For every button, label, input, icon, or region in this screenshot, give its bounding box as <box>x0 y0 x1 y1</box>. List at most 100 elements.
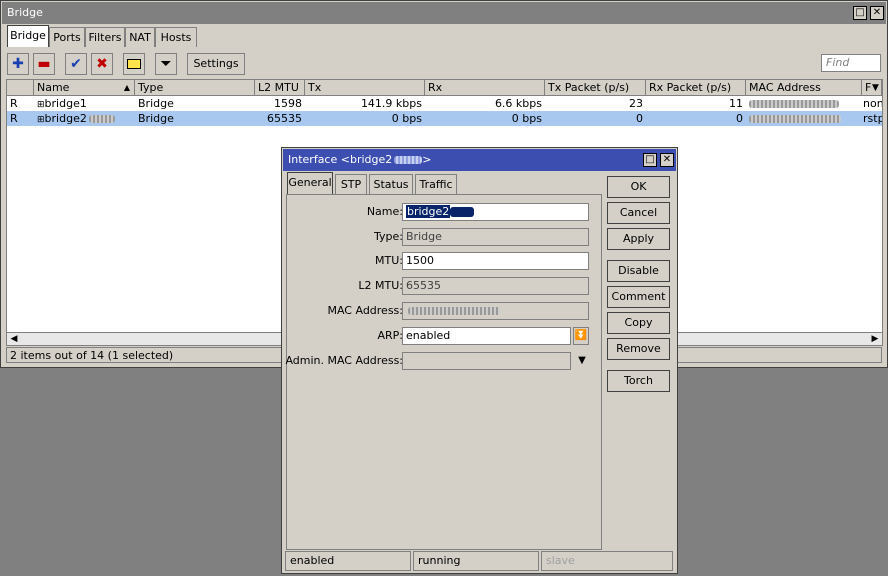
column-mac-address[interactable]: MAC Address <box>746 80 862 96</box>
copy-button[interactable]: Copy <box>607 312 670 334</box>
find-input[interactable]: Find <box>821 54 881 72</box>
cancel-button[interactable]: Cancel <box>607 202 670 224</box>
tab-general[interactable]: General <box>287 172 333 194</box>
arp-dropdown-icon[interactable]: ⏬ <box>573 327 589 345</box>
column-l2mtu[interactable]: L2 MTU <box>255 80 305 96</box>
tab-stp[interactable]: STP <box>335 174 367 194</box>
close-icon[interactable]: ✕ <box>870 6 884 20</box>
sort-asc-icon: ▲ <box>123 83 130 92</box>
column-name[interactable]: Name ▲ <box>34 80 135 96</box>
column-type[interactable]: Type <box>135 80 255 96</box>
comment-icon <box>127 59 141 69</box>
column-tx-packet[interactable]: Tx Packet (p/s) <box>545 80 646 96</box>
mtu-label: MTU: <box>375 254 403 267</box>
remove-button[interactable]: ▬ <box>33 53 55 75</box>
remove-button[interactable]: Remove <box>607 338 670 360</box>
apply-button[interactable]: Apply <box>607 228 670 250</box>
toolbar: ✚ ▬ ✔ ✖ ⏷ Settings Find <box>7 51 881 77</box>
name-label: Name: <box>366 205 403 218</box>
row-rx-packet: 0 <box>736 112 743 125</box>
comment-button[interactable]: Comment <box>607 286 670 308</box>
row-l2mtu: 65535 <box>267 112 302 125</box>
disable-button[interactable]: Disable <box>607 260 670 282</box>
add-button[interactable]: ✚ <box>7 53 29 75</box>
interface-dialog: Interface <bridge2 > □ ✕ General STP Stat… <box>281 147 678 574</box>
row-tx-packet: 0 <box>636 112 643 125</box>
torch-button[interactable]: Torch <box>607 370 670 392</box>
tab-hosts[interactable]: Hosts <box>155 27 197 47</box>
table-header: Name ▲ Type L2 MTU Tx Rx Tx Packet (p/s) … <box>7 80 882 96</box>
admin-mac-input[interactable] <box>402 352 571 370</box>
mtu-input[interactable]: 1500 <box>402 252 589 270</box>
row-tx: 0 bps <box>391 112 422 125</box>
name-input[interactable]: bridge2 <box>402 203 589 221</box>
tab-bridge[interactable]: Bridge <box>7 25 49 47</box>
tab-traffic[interactable]: Traffic <box>415 174 457 194</box>
tab-filters[interactable]: Filters <box>85 27 125 47</box>
row-mac-address <box>746 96 862 111</box>
l2mtu-value: 65535 <box>402 277 589 295</box>
row-tx-packet: 23 <box>629 97 643 110</box>
row-flag: R <box>10 112 18 125</box>
column-tx[interactable]: Tx <box>305 80 425 96</box>
redacted-text <box>450 207 475 217</box>
type-value: Bridge <box>402 228 589 246</box>
row-flag: R <box>10 97 18 110</box>
disable-button[interactable]: ✖ <box>91 53 113 75</box>
filter-button[interactable]: ⏷ <box>155 53 177 75</box>
comment-button[interactable] <box>123 53 145 75</box>
tab-ports[interactable]: Ports <box>49 27 85 47</box>
maximize-icon[interactable]: □ <box>853 6 867 20</box>
bridge-icon: ⊞ <box>37 100 45 110</box>
status-enabled: enabled <box>285 551 411 571</box>
row-mac-address <box>746 111 862 126</box>
arp-label: ARP: <box>377 329 403 342</box>
dialog-title: Interface <bridge2 <box>288 153 393 166</box>
l2mtu-label: L2 MTU: <box>358 279 403 292</box>
mac-address-label: MAC Address: <box>327 304 403 317</box>
general-panel: Name: bridge2 Type: Bridge MTU: 1500 L2 … <box>285 194 602 550</box>
scroll-left-icon[interactable]: ◀ <box>7 333 21 345</box>
column-rx[interactable]: Rx <box>425 80 545 96</box>
settings-button[interactable]: Settings <box>187 53 245 75</box>
row-tx: 141.9 kbps <box>360 97 422 110</box>
column-rx-packet[interactable]: Rx Packet (p/s) <box>646 80 746 96</box>
table-row[interactable]: R ⊞bridge1 Bridge 1598 141.9 kbps 6.6 kb… <box>7 96 882 111</box>
redacted-mac <box>408 307 500 315</box>
plus-icon: ✚ <box>12 56 24 72</box>
enable-button[interactable]: ✔ <box>65 53 87 75</box>
admin-mac-dropdown-icon[interactable]: ▼ <box>575 352 589 370</box>
row-name: ⊞bridge2 <box>34 111 135 126</box>
row-type: Bridge <box>138 97 174 110</box>
redacted-text <box>88 115 115 123</box>
row-rx: 0 bps <box>511 112 542 125</box>
row-type: Bridge <box>138 112 174 125</box>
tab-nat[interactable]: NAT <box>125 27 155 47</box>
status-running: running <box>413 551 539 571</box>
row-extra: rstp <box>863 112 883 125</box>
table-row-selected[interactable]: R ⊞bridge2 Bridge 65535 0 bps 0 bps 0 0 … <box>7 111 882 126</box>
admin-mac-label: Admin. MAC Address: <box>285 354 403 367</box>
redacted-mac <box>749 115 841 123</box>
bridge-icon: ⊞ <box>37 115 45 125</box>
window-titlebar[interactable]: Bridge □ ✕ <box>2 2 886 24</box>
dialog-close-icon[interactable]: ✕ <box>660 153 674 167</box>
redacted-mac <box>749 100 839 108</box>
cross-icon: ✖ <box>96 56 108 72</box>
check-icon: ✔ <box>70 56 82 72</box>
column-flag[interactable] <box>7 80 34 96</box>
redacted-text <box>394 156 423 164</box>
dialog-maximize-icon[interactable]: □ <box>643 153 657 167</box>
dialog-titlebar[interactable]: Interface <bridge2 > □ ✕ <box>283 149 676 171</box>
tab-status[interactable]: Status <box>369 174 413 194</box>
filter-icon: ⏷ <box>160 56 172 72</box>
row-rx-packet: 11 <box>729 97 743 110</box>
scroll-right-icon[interactable]: ▶ <box>868 333 882 345</box>
window-title: Bridge <box>7 6 43 19</box>
arp-select[interactable]: enabled <box>402 327 571 345</box>
row-l2mtu: 1598 <box>274 97 302 110</box>
mac-address-value <box>402 302 589 320</box>
column-chooser-icon[interactable]: ▼ <box>869 80 882 96</box>
ok-button[interactable]: OK <box>607 176 670 198</box>
row-name: ⊞bridge1 <box>37 97 87 110</box>
